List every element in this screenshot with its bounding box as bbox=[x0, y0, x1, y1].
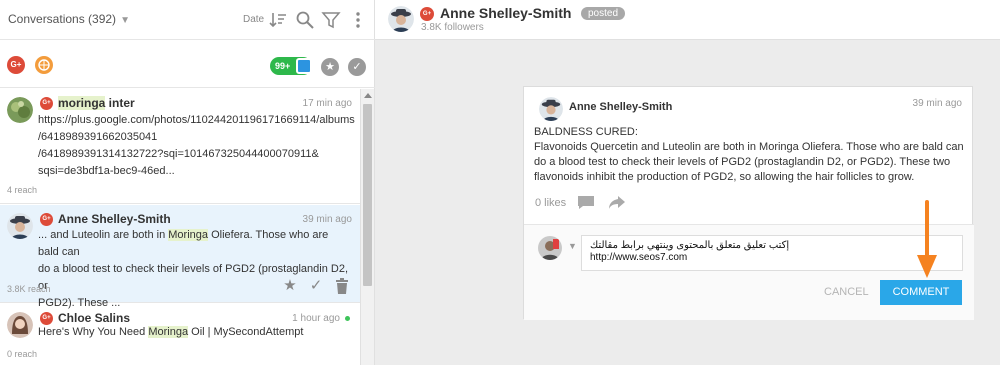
annotation-arrow-icon bbox=[917, 200, 937, 278]
star-filter-icon[interactable]: ★ bbox=[321, 58, 339, 76]
gplus-filter-button[interactable]: G+ bbox=[7, 56, 25, 74]
comment-input[interactable]: إكتب تعليق متعلق بالمحتوى وينتهي برابط م… bbox=[581, 235, 963, 271]
share-icon[interactable] bbox=[608, 195, 626, 210]
filter-row: G+ bbox=[0, 40, 375, 88]
comment-area: ▼ إكتب تعليق متعلق بالمحتوى وينتهي برابط… bbox=[524, 225, 974, 320]
gplus-icon: G+ bbox=[40, 97, 53, 110]
avatar bbox=[388, 6, 414, 32]
reach-count: 4 reach bbox=[7, 185, 38, 195]
avatar bbox=[539, 97, 563, 121]
status-badge: posted bbox=[581, 7, 626, 20]
check-filter-icon[interactable]: ✓ bbox=[348, 58, 366, 76]
trash-icon[interactable] bbox=[333, 277, 351, 295]
rss-icon[interactable] bbox=[35, 56, 53, 74]
post-body: BALDNESS CURED: Flavonoids Quercetin and… bbox=[534, 125, 964, 185]
filter-icon[interactable] bbox=[321, 10, 341, 30]
conversation-item[interactable]: G+ Chloe Salins 1 hour ago Here's Why Yo… bbox=[0, 304, 360, 365]
conversations-header: Conversations (392) ▼ Date bbox=[0, 0, 375, 40]
cancel-button[interactable]: CANCEL bbox=[824, 286, 869, 298]
likes-count: 0 likes bbox=[535, 197, 567, 209]
comment-icon[interactable] bbox=[577, 195, 595, 210]
reach-count: 3.8K reach bbox=[7, 284, 51, 294]
unread-count: 99+ bbox=[275, 61, 291, 71]
unread-dot bbox=[345, 316, 350, 321]
conversation-snippet: Here's Why You Need Moringa Oil | MySeco… bbox=[38, 326, 304, 338]
conversation-snippet: https://plus.google.com/photos/110244201… bbox=[38, 114, 355, 177]
search-icon[interactable] bbox=[295, 10, 315, 30]
more-vert-icon[interactable] bbox=[348, 10, 368, 30]
scroll-thumb[interactable] bbox=[363, 104, 372, 286]
post-author[interactable]: Anne Shelley-Smith bbox=[569, 101, 672, 113]
sort-icon[interactable] bbox=[268, 10, 288, 30]
conversation-item[interactable]: G+ moringa inter 17 min ago https://plus… bbox=[0, 89, 360, 204]
comment-text-line1: إكتب تعليق متعلق بالمحتوى وينتهي برابط م… bbox=[590, 240, 790, 251]
comment-button[interactable]: COMMENT bbox=[880, 280, 962, 305]
followers-count: 3.8K followers bbox=[421, 22, 484, 33]
avatar bbox=[7, 213, 33, 239]
gplus-icon: G+ bbox=[40, 213, 53, 226]
post-heading: BALDNESS CURED: bbox=[534, 126, 638, 138]
avatar bbox=[538, 236, 562, 260]
avatar bbox=[7, 97, 33, 123]
conversation-title: moringa inter bbox=[58, 96, 135, 110]
avatar bbox=[7, 312, 33, 338]
conversations-pane: Conversations (392) ▼ Date G+ 99+ ★ ✓ G+… bbox=[0, 0, 375, 365]
conversation-time: 17 min ago bbox=[302, 98, 352, 109]
inbox-icon[interactable] bbox=[296, 58, 312, 74]
post-text: Flavonoids Quercetin and Luteolin are bo… bbox=[534, 141, 964, 183]
comment-text-line2: http://www.seos7.com bbox=[590, 252, 688, 263]
conversation-time: 1 hour ago bbox=[292, 313, 340, 324]
gplus-icon: G+ bbox=[420, 7, 434, 21]
chevron-down-icon: ▼ bbox=[120, 15, 130, 26]
post-pane: G+ Anne Shelley-Smith posted 3.8K follow… bbox=[375, 0, 1000, 365]
conversation-time: 39 min ago bbox=[302, 214, 352, 225]
scrollbar[interactable] bbox=[360, 89, 374, 365]
reach-count: 0 reach bbox=[7, 349, 38, 359]
post-card: Anne Shelley-Smith 39 min ago BALDNESS C… bbox=[523, 86, 974, 320]
check-icon[interactable]: ✓ bbox=[307, 277, 325, 295]
scroll-up-icon[interactable] bbox=[364, 93, 372, 98]
conversation-author: Chloe Salins bbox=[58, 311, 131, 325]
conversation-item[interactable]: G+ Anne Shelley-Smith 39 min ago ... and… bbox=[0, 205, 360, 309]
sort-label[interactable]: Date bbox=[243, 14, 264, 25]
star-icon[interactable]: ★ bbox=[281, 277, 299, 295]
chevron-down-icon[interactable]: ▼ bbox=[568, 241, 577, 251]
post-header: G+ Anne Shelley-Smith posted 3.8K follow… bbox=[375, 0, 1000, 40]
post-time: 39 min ago bbox=[912, 98, 962, 109]
author-name[interactable]: Anne Shelley-Smith bbox=[440, 5, 571, 21]
conversation-snippet: ... and Luteolin are both in Moringa Oli… bbox=[38, 229, 349, 309]
conversations-title: Conversations (392) bbox=[8, 12, 117, 26]
conversation-author: Anne Shelley-Smith bbox=[58, 212, 171, 226]
conversations-dropdown[interactable]: Conversations (392) ▼ bbox=[8, 12, 130, 26]
